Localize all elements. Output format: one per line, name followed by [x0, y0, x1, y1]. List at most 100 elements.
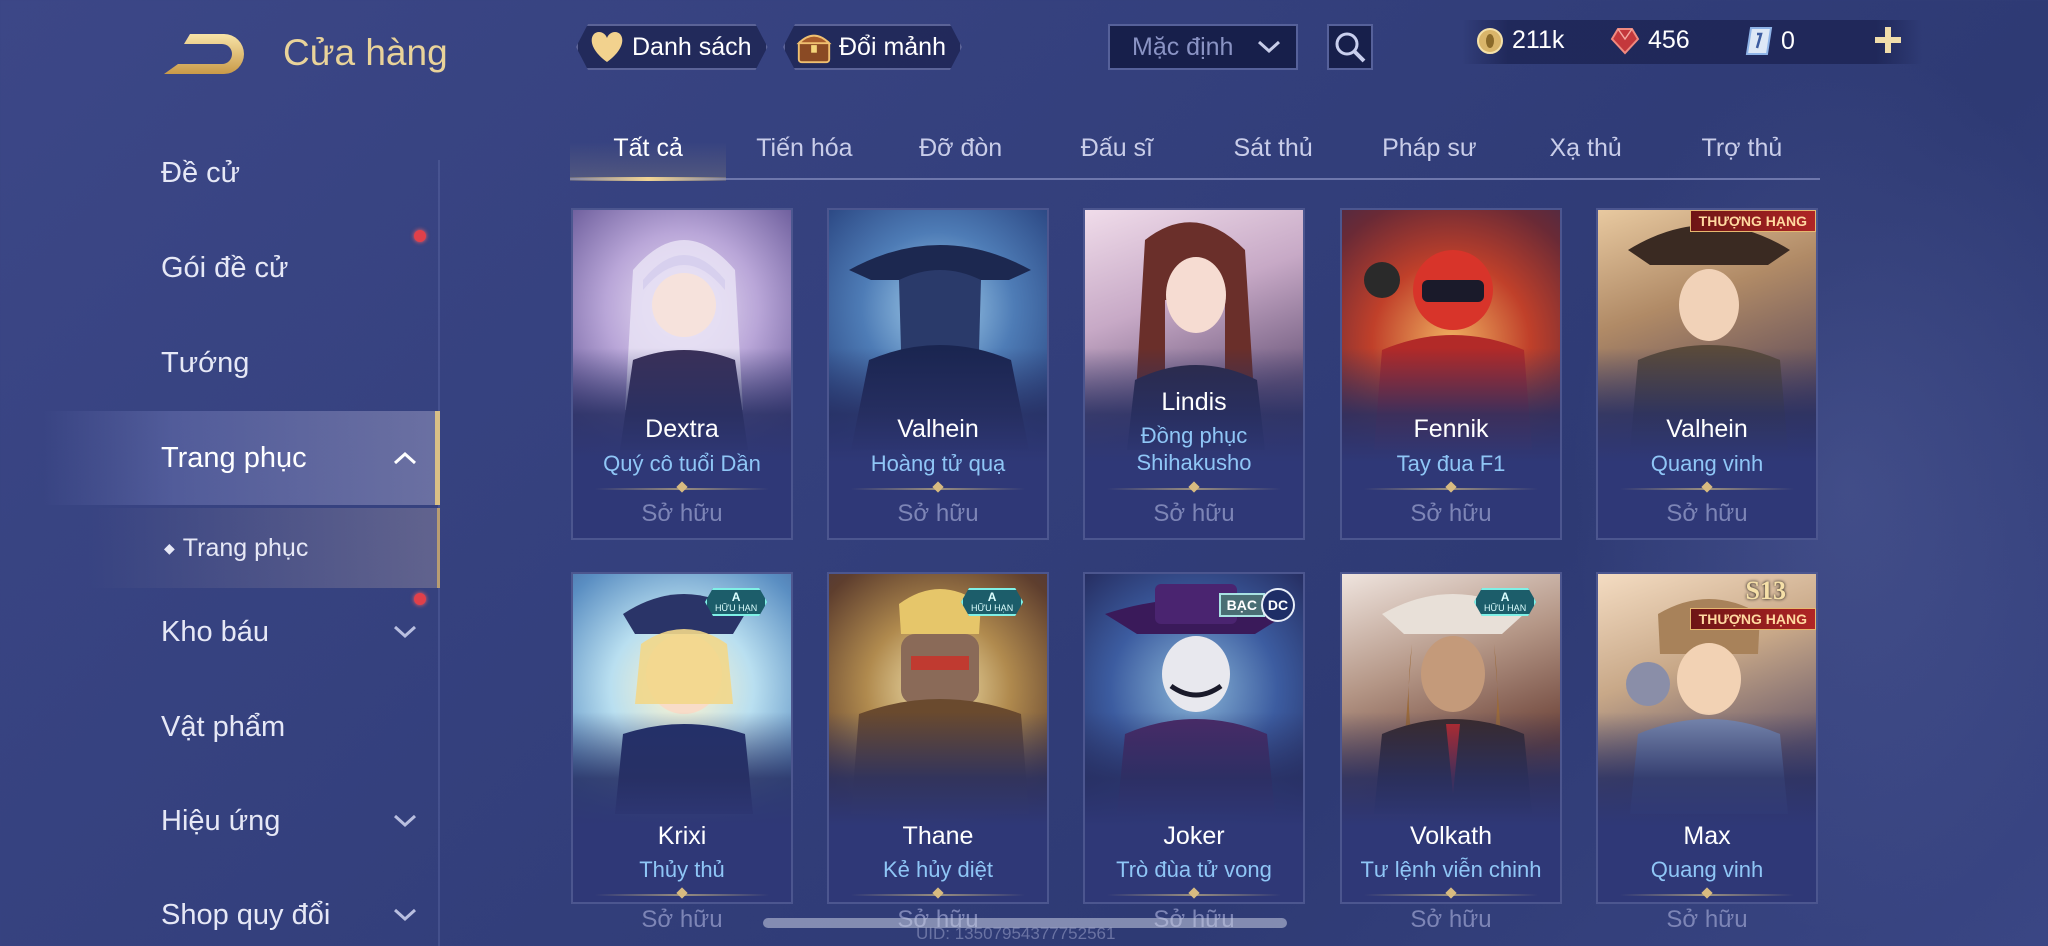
- notification-dot: [414, 593, 426, 605]
- sidebar-item-label: Shop quy đổi: [161, 898, 331, 931]
- hero-name: Lindis: [1161, 388, 1227, 416]
- dc-collab-badge: BẠC DC: [1218, 588, 1295, 622]
- badge-tier: A: [1500, 590, 1510, 604]
- skin-card[interactable]: BẠC DC Joker Trò đùa tử vong: [1083, 572, 1305, 904]
- tab-support[interactable]: Trợ thủ: [1664, 118, 1820, 178]
- search-button[interactable]: [1327, 24, 1373, 70]
- owned-status: Sở hữu: [897, 500, 979, 527]
- badge-text: HỮU HẠN: [971, 603, 1014, 613]
- rank-badge: THƯỢNG HẠNG: [1689, 608, 1816, 630]
- skin-name: Trò đùa tử vong: [1116, 857, 1272, 882]
- chevron-down-icon: [393, 625, 417, 639]
- skin-card[interactable]: Valhein Hoàng tử quạ Sở hữu: [827, 208, 1049, 540]
- wishlist-button[interactable]: Danh sách: [576, 24, 768, 70]
- sidebar-item-recommended-bundles[interactable]: Gói đề cử: [0, 221, 440, 315]
- tab-tank[interactable]: Đỡ đòn: [883, 118, 1039, 178]
- chevron-down-icon: [393, 908, 417, 922]
- tab-fighter[interactable]: Đấu sĩ: [1039, 118, 1195, 178]
- limited-badge: A HỮU HẠN: [1474, 588, 1536, 616]
- skin-name: Hoàng tử quạ: [870, 451, 1006, 476]
- gold-coin-icon: [1477, 27, 1503, 54]
- sidebar-item-effects[interactable]: Hiệu ứng: [0, 774, 440, 868]
- sidebar-item-label: Tướng: [161, 346, 250, 379]
- sidebar-subitem-label: Trang phục: [182, 533, 309, 562]
- sidebar-item-exchange-shop[interactable]: Shop quy đổi: [0, 868, 440, 946]
- owned-status: Sở hữu: [1666, 500, 1748, 527]
- back-button[interactable]: [160, 30, 248, 78]
- limited-badge: A HỮU HẠN: [961, 588, 1023, 616]
- tab-evolution[interactable]: Tiến hóa: [726, 118, 882, 178]
- tab-marksman[interactable]: Xạ thủ: [1508, 118, 1664, 178]
- sidebar-item-treasure[interactable]: Kho báu: [0, 585, 440, 679]
- tab-all[interactable]: Tất cả: [570, 118, 727, 181]
- sort-dropdown[interactable]: Mặc định: [1108, 24, 1298, 70]
- bullet-diamond-icon: ◆: [164, 539, 175, 556]
- card-divider: [1107, 488, 1281, 490]
- tab-mage[interactable]: Pháp sư: [1351, 118, 1507, 178]
- exchange-label: Đổi mảnh: [839, 32, 946, 61]
- skin-name: Quý cô tuổi Dần: [603, 451, 761, 476]
- sidebar-item-label: Hiệu ứng: [161, 804, 281, 837]
- hero-name: Dextra: [645, 415, 719, 443]
- sidebar-item-label: Trang phục: [161, 441, 307, 474]
- sidebar-item-heroes[interactable]: Tướng: [0, 316, 440, 410]
- search-icon: [1335, 32, 1366, 63]
- voucher-icon: [1745, 27, 1773, 55]
- heart-icon: [588, 28, 626, 66]
- card-divider: [1620, 894, 1794, 896]
- user-id-label: UID: 13507954377752561: [916, 924, 1116, 943]
- sidebar-item-label: Gói đề cử: [161, 251, 289, 284]
- hero-name: Volkath: [1409, 822, 1492, 850]
- badge-tier: A: [731, 590, 741, 604]
- skin-name: Tư lệnh viễn chinh: [1360, 857, 1542, 882]
- hero-name: Fennik: [1413, 415, 1489, 443]
- badge-text: HỮU HẠN: [715, 603, 758, 613]
- skin-card[interactable]: S13 THƯỢNG HẠNG Max Quang vinh: [1596, 572, 1818, 904]
- skin-card[interactable]: A HỮU HẠN Volkath Tư lệnh viễn chinh: [1340, 572, 1562, 904]
- hero-name: Joker: [1163, 822, 1225, 850]
- card-divider: [851, 894, 1025, 896]
- card-divider: [851, 488, 1025, 490]
- plus-icon: [1875, 27, 1901, 53]
- card-divider: [1364, 488, 1538, 490]
- badge-text: HỮU HẠN: [1484, 603, 1527, 613]
- badge-tier: A: [987, 590, 997, 604]
- sidebar-item-label: Đề cử: [161, 156, 241, 189]
- voucher-amount: 0: [1781, 26, 1795, 55]
- skin-card[interactable]: A HỮU HẠN Thane Kẻ hủy diệt: [827, 572, 1049, 904]
- owned-status: Sở hữu: [1153, 500, 1235, 527]
- voucher-currency: 0: [1745, 26, 1795, 56]
- hero-name: Valhein: [1666, 415, 1748, 443]
- hero-name: Valhein: [897, 415, 979, 443]
- gold-currency: 211k: [1476, 26, 1564, 55]
- page-title: Cửa hàng: [283, 32, 448, 73]
- hero-name: Thane: [902, 822, 974, 850]
- skin-card[interactable]: Lindis Đồng phục Shihakusho Sở hữu: [1083, 208, 1305, 540]
- skin-name: Quang vinh: [1650, 857, 1764, 882]
- exchange-fragments-button[interactable]: Đổi mảnh: [783, 24, 962, 70]
- back-arrow-icon: [164, 34, 244, 74]
- add-currency-button[interactable]: [1870, 22, 1906, 58]
- chevron-down-icon: [393, 814, 417, 828]
- skin-card[interactable]: Fennik Tay đua F1 Sở hữu: [1340, 208, 1562, 540]
- sidebar-subitem-skins[interactable]: ◆ Trang phục: [0, 508, 440, 588]
- skin-card[interactable]: A HỮU HẠN Krixi Thủy thủ: [571, 572, 793, 904]
- treasure-chest-icon: [795, 28, 833, 66]
- skin-name: Quang vinh: [1650, 451, 1764, 476]
- hero-name: Max: [1683, 822, 1731, 850]
- ruby-amount: 456: [1648, 26, 1690, 54]
- collab-tier-label: BẠC: [1218, 593, 1265, 617]
- skin-card[interactable]: Dextra Quý cô tuổi Dần Sở hữu: [571, 208, 793, 540]
- owned-status: Sở hữu: [641, 500, 723, 527]
- card-divider: [1620, 488, 1794, 490]
- sidebar-item-recommended[interactable]: Đề cử: [0, 126, 440, 220]
- owned-status: Sở hữu: [1410, 906, 1492, 933]
- sidebar-item-label: Vật phẩm: [161, 710, 286, 743]
- chevron-up-icon: [393, 451, 417, 465]
- sidebar-item-label: Kho báu: [161, 615, 270, 648]
- skin-card[interactable]: THƯỢNG HẠNG Valhein Quang vinh Sở hữu: [1596, 208, 1818, 540]
- tab-assassin[interactable]: Sát thủ: [1195, 118, 1351, 178]
- sidebar-item-items[interactable]: Vật phẩm: [0, 680, 440, 774]
- wishlist-label: Danh sách: [632, 32, 752, 61]
- sidebar-item-skins[interactable]: Trang phục: [0, 411, 440, 505]
